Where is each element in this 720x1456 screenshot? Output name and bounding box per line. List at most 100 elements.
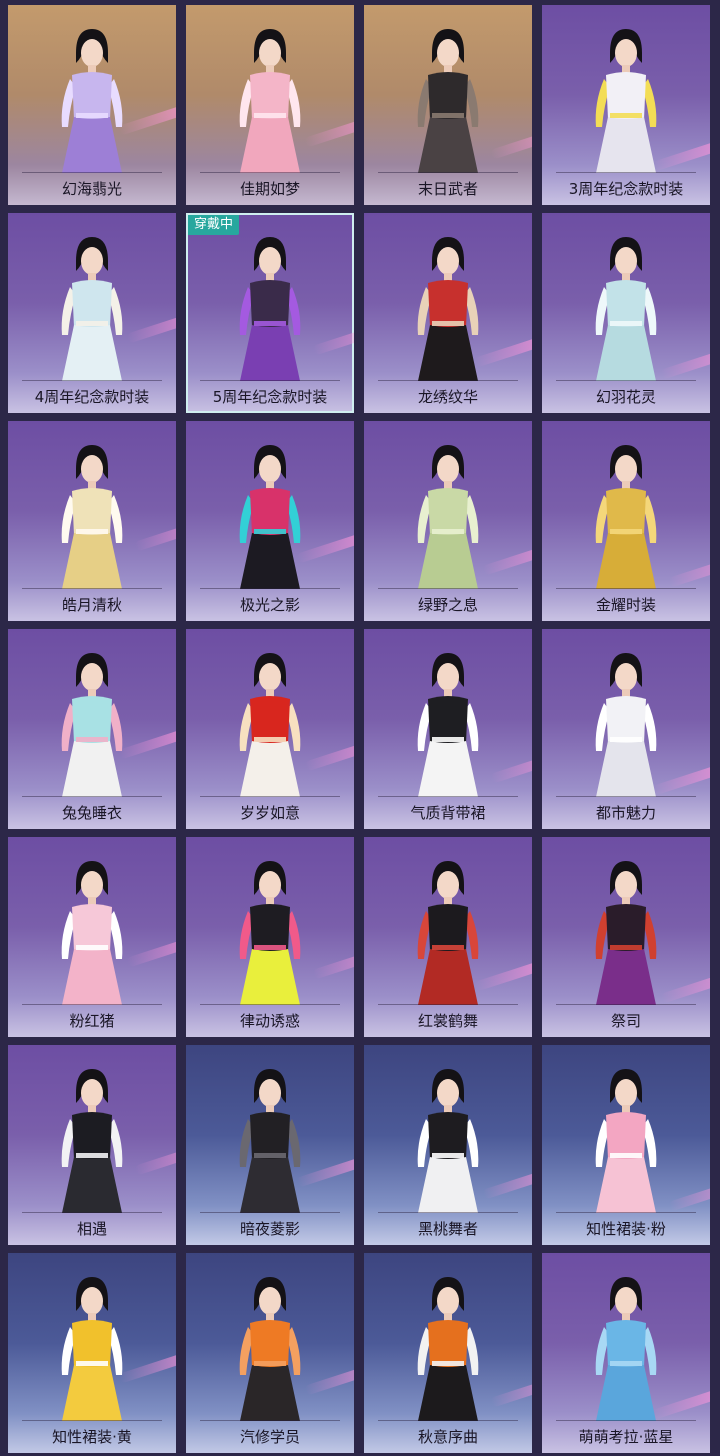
outfit-card[interactable]: 极光之影: [186, 421, 354, 621]
character-preview-image: [398, 855, 498, 1005]
outfit-card[interactable]: 萌萌考拉·蓝星: [542, 1253, 710, 1453]
outfit-card[interactable]: 知性裙装·粉: [542, 1045, 710, 1245]
card-divider: [200, 588, 340, 589]
card-divider: [556, 380, 696, 381]
card-divider: [378, 172, 518, 173]
card-divider: [200, 380, 340, 381]
card-divider: [22, 380, 162, 381]
outfit-card[interactable]: 秋意序曲: [364, 1253, 532, 1453]
outfit-name: 龙绣纹华: [417, 388, 478, 406]
outfit-name: 末日武者: [417, 180, 478, 198]
outfit-card[interactable]: 粉红猪: [8, 837, 176, 1037]
character-preview-image: [42, 23, 142, 173]
card-divider: [22, 1004, 162, 1005]
outfit-name: 4周年纪念款时装: [34, 388, 150, 406]
card-divider: [378, 1420, 518, 1421]
outfit-name: 粉红猪: [69, 1012, 115, 1030]
outfit-card[interactable]: 岁岁如意: [186, 629, 354, 829]
outfit-name: 秋意序曲: [417, 1428, 478, 1446]
character-preview-image: [576, 439, 676, 589]
character-preview-image: [42, 647, 142, 797]
outfit-card[interactable]: 黑桃舞者: [364, 1045, 532, 1245]
card-divider: [22, 1420, 162, 1421]
outfit-name: 金耀时装: [595, 596, 656, 614]
outfit-card[interactable]: 气质背带裙: [364, 629, 532, 829]
character-preview-image: [576, 23, 676, 173]
outfit-grid: 幻海翡光 佳期如梦 末日武者 3周年纪念款时装 4周年纪念款时装 5周年纪念款时装 穿戴中龙…: [0, 0, 720, 1456]
character-preview-image: [398, 647, 498, 797]
outfit-card[interactable]: 祭司: [542, 837, 710, 1037]
character-preview-image: [576, 647, 676, 797]
outfit-card[interactable]: 幻海翡光: [8, 5, 176, 205]
outfit-card[interactable]: 汽修学员: [186, 1253, 354, 1453]
character-preview-image: [398, 439, 498, 589]
outfit-name: 佳期如梦: [239, 180, 300, 198]
outfit-name: 幻海翡光: [61, 180, 122, 198]
card-divider: [22, 172, 162, 173]
card-divider: [378, 1212, 518, 1213]
outfit-card[interactable]: 红裳鹤舞: [364, 837, 532, 1037]
outfit-name: 律动诱惑: [239, 1012, 300, 1030]
outfit-name: 绿野之息: [417, 596, 478, 614]
outfit-card[interactable]: 兔兔睡衣: [8, 629, 176, 829]
card-divider: [22, 1212, 162, 1213]
outfit-card[interactable]: 暗夜菱影: [186, 1045, 354, 1245]
character-preview-image: [220, 23, 320, 173]
outfit-name: 幻羽花灵: [595, 388, 656, 406]
outfit-name: 皓月清秋: [61, 596, 122, 614]
outfit-name: 5周年纪念款时装: [212, 388, 328, 406]
outfit-name: 岁岁如意: [239, 804, 300, 822]
card-divider: [200, 172, 340, 173]
outfit-name: 3周年纪念款时装: [568, 180, 684, 198]
outfit-name: 知性裙装·粉: [586, 1220, 666, 1238]
outfit-name: 暗夜菱影: [239, 1220, 300, 1238]
character-preview-image: [220, 1271, 320, 1421]
card-divider: [200, 1212, 340, 1213]
outfit-name: 萌萌考拉·蓝星: [578, 1428, 674, 1446]
outfit-card[interactable]: 3周年纪念款时装: [542, 5, 710, 205]
card-divider: [200, 1004, 340, 1005]
card-divider: [556, 796, 696, 797]
outfit-card[interactable]: 金耀时装: [542, 421, 710, 621]
outfit-card[interactable]: 龙绣纹华: [364, 213, 532, 413]
outfit-card[interactable]: 绿野之息: [364, 421, 532, 621]
outfit-card[interactable]: 幻羽花灵: [542, 213, 710, 413]
character-preview-image: [42, 855, 142, 1005]
character-preview-image: [220, 231, 320, 381]
card-divider: [556, 1420, 696, 1421]
card-divider: [22, 796, 162, 797]
character-preview-image: [42, 231, 142, 381]
outfit-card[interactable]: 皓月清秋: [8, 421, 176, 621]
character-preview-image: [398, 23, 498, 173]
outfit-name: 都市魅力: [595, 804, 656, 822]
character-preview-image: [576, 231, 676, 381]
card-divider: [556, 1004, 696, 1005]
character-preview-image: [42, 1271, 142, 1421]
outfit-card[interactable]: 知性裙装·黄: [8, 1253, 176, 1453]
outfit-name: 红裳鹤舞: [417, 1012, 478, 1030]
outfit-name: 祭司: [610, 1012, 641, 1030]
card-divider: [556, 588, 696, 589]
card-divider: [556, 172, 696, 173]
character-preview-image: [576, 855, 676, 1005]
outfit-card[interactable]: 相遇: [8, 1045, 176, 1245]
card-divider: [200, 796, 340, 797]
outfit-card[interactable]: 律动诱惑: [186, 837, 354, 1037]
outfit-card[interactable]: 末日武者: [364, 5, 532, 205]
outfit-name: 气质背带裙: [410, 804, 486, 822]
outfit-name: 知性裙装·黄: [52, 1428, 132, 1446]
outfit-name: 极光之影: [239, 596, 300, 614]
outfit-name: 汽修学员: [239, 1428, 300, 1446]
character-preview-image: [576, 1063, 676, 1213]
outfit-card[interactable]: 4周年纪念款时装: [8, 213, 176, 413]
outfit-card[interactable]: 都市魅力: [542, 629, 710, 829]
character-preview-image: [220, 647, 320, 797]
character-preview-image: [220, 855, 320, 1005]
outfit-card[interactable]: 5周年纪念款时装 穿戴中: [186, 213, 354, 413]
card-divider: [22, 588, 162, 589]
outfit-card[interactable]: 佳期如梦: [186, 5, 354, 205]
character-preview-image: [398, 1063, 498, 1213]
card-divider: [378, 1004, 518, 1005]
outfit-name: 兔兔睡衣: [61, 804, 122, 822]
character-preview-image: [576, 1271, 676, 1421]
